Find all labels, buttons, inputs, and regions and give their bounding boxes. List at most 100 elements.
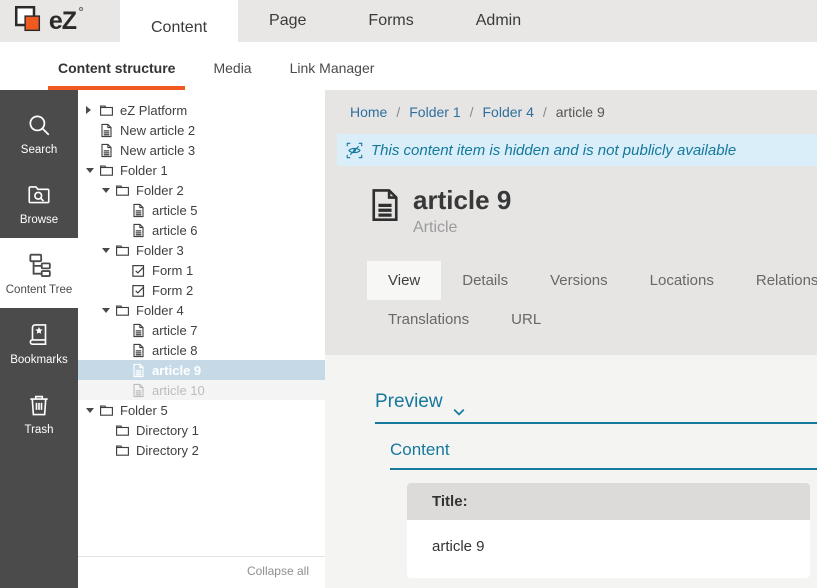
content-title-row: article 9 Article: [325, 166, 817, 237]
breadcrumb-separator: /: [470, 104, 474, 120]
sub-nav-link-manager[interactable]: Link Manager: [280, 60, 385, 90]
expand-arrow-icon[interactable]: [86, 106, 99, 114]
tree-item-article-7[interactable]: article 7: [78, 320, 325, 340]
triangle-down: [102, 248, 110, 253]
folder-icon: [115, 423, 130, 438]
main-content: Home / Folder 1 / Folder 4 / article 9 This co…: [325, 90, 817, 588]
tree-item-folder-2[interactable]: Folder 2: [78, 180, 325, 200]
folder-icon: [99, 103, 114, 118]
breadcrumb-link-folder-1[interactable]: Folder 1: [409, 104, 460, 120]
triangle-down: [102, 188, 110, 193]
hidden-content-notice: This content item is hidden and is not p…: [337, 134, 817, 166]
tree-item-article-8[interactable]: article 8: [78, 340, 325, 360]
top-nav-forms[interactable]: Forms: [337, 0, 444, 42]
bookmarks-icon: [26, 322, 52, 348]
notice-text: This content item is hidden and is not p…: [371, 142, 736, 159]
tree-footer: Collapse all: [78, 556, 325, 588]
content-tree-panel: eZ Platform New article 2 New article 3 Fol…: [78, 90, 325, 588]
tree-item-directory-1[interactable]: Directory 1: [78, 420, 325, 440]
sidebar-item-label: Bookmarks: [10, 354, 68, 366]
top-bar: eZ ContentPageFormsAdmin: [0, 0, 817, 42]
content-tabs: ViewDetailsVersionsLocationsRelations Tra…: [367, 261, 817, 339]
sidebar-item-trash[interactable]: Trash: [0, 378, 78, 448]
sidebar-item-browse[interactable]: Browse: [0, 168, 78, 238]
tree-item-label: Form 2: [152, 283, 193, 298]
sidebar-item-label: Browse: [20, 214, 58, 226]
sidebar-item-label: Content Tree: [6, 284, 72, 296]
browse-icon: [26, 182, 52, 208]
tree-item-ez-platform[interactable]: eZ Platform: [78, 100, 325, 120]
hidden-eye-icon: [346, 142, 363, 159]
tree-item-folder-4[interactable]: Folder 4: [78, 300, 325, 320]
expand-arrow-icon[interactable]: [102, 308, 115, 313]
tab-locations[interactable]: Locations: [629, 261, 735, 300]
tab-relations[interactable]: Relations: [735, 261, 817, 300]
ez-logo: eZ: [0, 0, 97, 42]
article-icon: [99, 143, 114, 158]
expand-arrow-icon[interactable]: [86, 408, 99, 413]
tree-item-directory-2[interactable]: Directory 2: [78, 440, 325, 460]
tree-item-label: article 7: [152, 323, 198, 338]
triangle-down: [86, 408, 94, 413]
preview-toggle[interactable]: Preview: [375, 391, 817, 424]
tree-item-label: New article 2: [120, 123, 195, 138]
field-label: Title:: [407, 483, 810, 520]
tree-item-article-6[interactable]: article 6: [78, 220, 325, 240]
trash-icon: [26, 392, 52, 418]
tree-item-label: Folder 1: [120, 163, 168, 178]
folder-icon: [115, 243, 130, 258]
search-icon: [26, 112, 52, 138]
tab-url[interactable]: URL: [490, 300, 562, 339]
article-icon: [370, 186, 400, 224]
breadcrumb: Home/Folder 1/Folder 4/article 9: [325, 90, 817, 134]
tree-item-form-1[interactable]: Form 1: [78, 260, 325, 280]
tree-item-folder-3[interactable]: Folder 3: [78, 240, 325, 260]
sidebar-item-label: Trash: [25, 424, 54, 436]
breadcrumb-separator: /: [543, 104, 547, 120]
preview-heading: Preview: [375, 391, 443, 413]
expand-arrow-icon[interactable]: [102, 188, 115, 193]
tree-item-article-9[interactable]: article 9: [78, 360, 325, 380]
expand-arrow-icon[interactable]: [102, 248, 115, 253]
tab-versions[interactable]: Versions: [529, 261, 629, 300]
tree-item-form-2[interactable]: Form 2: [78, 280, 325, 300]
sidebar-item-label: Search: [21, 144, 57, 156]
tree-item-label: Folder 2: [136, 183, 184, 198]
content-section: Content Title:article 9: [390, 440, 817, 578]
expand-arrow-icon[interactable]: [86, 168, 99, 173]
logo-text: eZ: [49, 7, 76, 36]
tree-item-new-article-2[interactable]: New article 2: [78, 120, 325, 140]
article-icon: [131, 323, 146, 338]
content-tree-icon: [26, 252, 52, 278]
tree-item-folder-5[interactable]: Folder 5: [78, 400, 325, 420]
tree-item-article-5[interactable]: article 5: [78, 200, 325, 220]
breadcrumb-link-home[interactable]: Home: [350, 104, 387, 120]
top-nav-page[interactable]: Page: [238, 0, 337, 42]
tab-view[interactable]: View: [367, 261, 441, 300]
breadcrumb-separator: /: [396, 104, 400, 120]
sidebar-item-bookmarks[interactable]: Bookmarks: [0, 308, 78, 378]
tree-item-label: article 8: [152, 343, 198, 358]
tree-item-new-article-3[interactable]: New article 3: [78, 140, 325, 160]
triangle-down: [102, 308, 110, 313]
registered-mark-icon: [79, 7, 83, 11]
content-body: Preview Content Title:article 9: [325, 355, 817, 588]
form-icon: [131, 283, 146, 298]
sidebar-item-content-tree[interactable]: Content Tree: [0, 238, 78, 308]
tab-details[interactable]: Details: [441, 261, 529, 300]
content-type-label: Article: [413, 219, 511, 237]
sub-nav-media[interactable]: Media: [203, 60, 261, 90]
top-nav-content[interactable]: Content: [120, 0, 238, 56]
sub-nav-content-structure[interactable]: Content structure: [48, 60, 185, 90]
tab-translations[interactable]: Translations: [367, 300, 490, 339]
page-title: article 9: [413, 186, 511, 215]
tree-item-label: Folder 5: [120, 403, 168, 418]
top-navigation: ContentPageFormsAdmin: [120, 0, 552, 42]
breadcrumb-link-folder-4[interactable]: Folder 4: [483, 104, 534, 120]
sidebar-item-search[interactable]: Search: [0, 98, 78, 168]
tree-item-article-10[interactable]: article 10: [78, 380, 325, 400]
top-nav-admin[interactable]: Admin: [445, 0, 552, 42]
tree-item-label: Folder 4: [136, 303, 184, 318]
collapse-all-button[interactable]: Collapse all: [241, 563, 315, 579]
tree-item-folder-1[interactable]: Folder 1: [78, 160, 325, 180]
